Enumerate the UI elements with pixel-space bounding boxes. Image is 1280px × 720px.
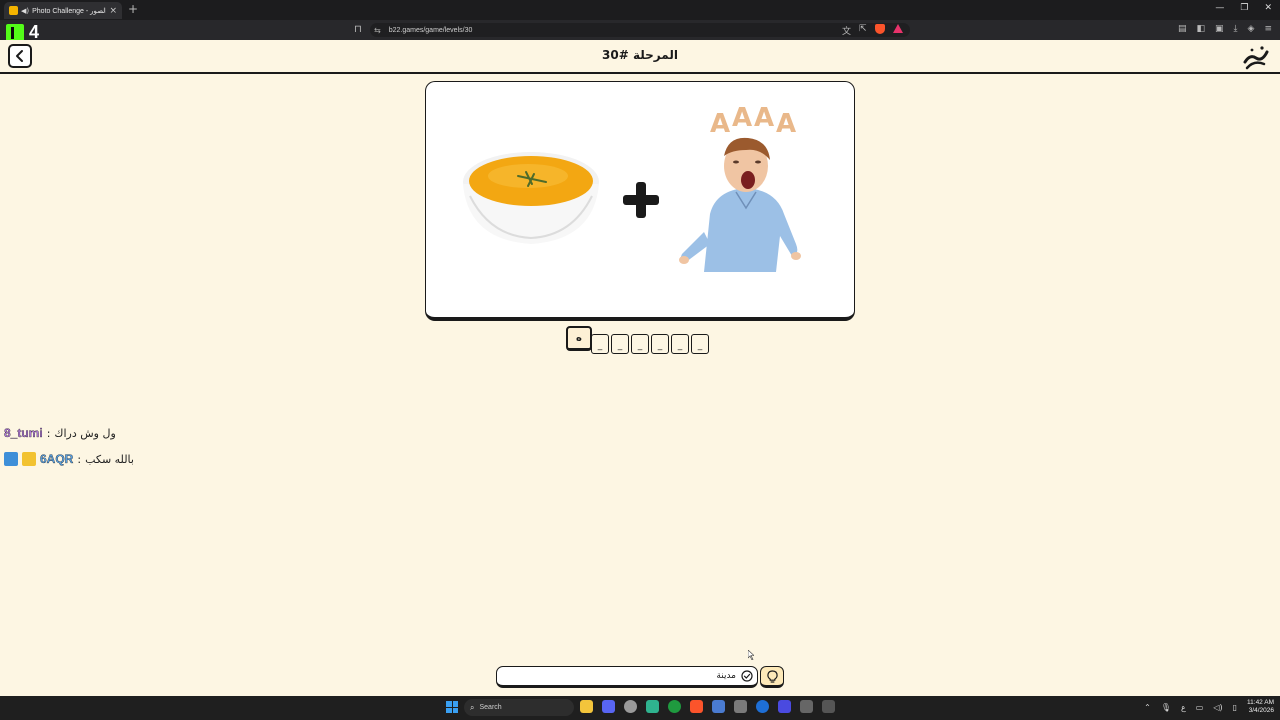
answer-slot-revealed: ه [566,326,592,351]
bookmark-icon[interactable]: ⊓ [354,24,362,35]
chat-username: 8_tumi [4,426,43,440]
clock-date: 3/4/2026 [1248,707,1274,714]
windows-start-icon[interactable] [446,701,458,713]
tab-title: Photo Challenge - تحدي الصور [32,7,107,15]
soup-bowl-image [463,152,599,244]
taskbar-search[interactable]: ⌕ Search [464,699,574,716]
answer-slots: ه _ _ _ _ _ _ [566,326,710,354]
chat-message: 6AQR : بالله سكب [4,446,134,472]
file-explorer-icon[interactable] [580,700,593,713]
svg-text:A: A [710,109,730,139]
lightbulb-icon [766,669,778,683]
restore-icon[interactable]: ❐ [1240,3,1248,13]
chat-message: 8_tumi : ول وش دراك [4,420,134,446]
vpn-icon[interactable]: ◈ [1248,24,1255,34]
chat-separator: : [46,426,51,440]
taskbar-search-label: Search [479,704,502,711]
translate-icon[interactable]: 文 [842,24,851,37]
window-controls: — ❐ ✕ [1215,3,1272,13]
url-text: b22.games/game/levels/30 [388,26,473,34]
volume-icon[interactable]: ◁) [1213,703,1222,712]
mouse-cursor-icon [748,650,754,660]
discord-icon[interactable] [602,700,615,713]
browser-tabbar: ◀) Photo Challenge - تحدي الصور × + — ❐ … [0,0,1280,20]
chat-text: ول وش دراك [54,426,116,440]
battery-icon[interactable]: ▯ [1233,703,1237,712]
answer-input-text: مدينة [716,671,736,681]
obs-icon[interactable] [800,700,813,713]
hint-button[interactable] [760,666,784,688]
svg-text:A: A [776,109,796,139]
search-icon: ⌕ [470,702,475,712]
puzzle-card: A A A A [425,81,855,321]
sub-badge-icon [4,452,18,466]
audio-icon[interactable]: ◀) [21,7,29,15]
wallet-icon[interactable]: ▣ [1215,24,1224,34]
media-icon[interactable] [778,700,791,713]
brave-shield-icon[interactable] [874,24,885,34]
answer-slot: _ [611,334,629,354]
sidebar-icon[interactable]: ◧ [1197,24,1206,34]
reader-icon[interactable]: ▤ [1178,24,1187,34]
browser-tab[interactable]: ◀) Photo Challenge - تحدي الصور × [4,2,122,19]
plus-icon [623,182,659,218]
game-logo-icon [1243,46,1269,70]
crown-badge-icon [22,452,36,466]
close-tab-icon[interactable]: × [109,6,117,16]
screaming-boy-image: A A A A [679,104,801,272]
browser-icon[interactable] [756,700,769,713]
close-window-icon[interactable]: ✕ [1264,3,1272,13]
answer-slot: _ [691,334,709,354]
browser-toolbar-right: ▤ ◧ ▣ ⤓ ◈ ≡ [1178,24,1272,34]
share-icon[interactable]: ⇱ [859,24,867,37]
xbox-icon[interactable] [668,700,681,713]
site-info-icon[interactable]: ⇆ [374,26,381,35]
clock-time: 11:42 AM [1247,699,1274,706]
downloads-icon[interactable]: ⤓ [1234,24,1238,34]
new-tab-icon[interactable]: + [128,2,138,16]
svg-text:A: A [754,104,774,133]
address-actions: 文 ⇱ [842,24,903,37]
minimize-icon[interactable]: — [1215,3,1224,13]
tool-icon[interactable] [734,700,747,713]
answer-slot: _ [631,334,649,354]
network-icon[interactable]: ▭ [1196,703,1204,712]
answer-input[interactable]: مدينة [496,666,758,688]
url-field[interactable]: ⇆ b22.games/game/levels/30 [370,23,910,37]
answer-slot: _ [651,334,669,354]
clock[interactable]: 11:42 AM 3/4/2026 [1247,699,1274,715]
menu-icon[interactable]: ≡ [1264,24,1272,34]
level-title: المرحلة #30 [602,48,678,62]
brave-rewards-icon[interactable] [892,24,903,33]
microphone-icon[interactable]: 🎙 [1161,703,1171,712]
app-icon[interactable] [646,700,659,713]
system-tray: ⌃ 🎙 ع ▭ ◁) ▯ 11:42 AM 3/4/2026 [1144,699,1274,715]
check-circle-icon[interactable] [741,670,753,682]
chat-username: 6AQR [40,452,74,466]
svg-text:A: A [732,104,752,133]
favicon-icon [9,6,18,15]
chat-separator: : [77,452,82,466]
language-indicator[interactable]: ع [1181,703,1186,712]
security-icon[interactable] [712,700,725,713]
chat-text: بالله سكب [85,452,134,466]
chat-overlay: 8_tumi : ول وش دراك 6AQR : بالله سكب [4,420,134,472]
app-icon[interactable] [822,700,835,713]
game-header: المرحلة #30 [0,40,1280,74]
chrome-icon[interactable] [624,700,637,713]
brave-icon[interactable] [690,700,703,713]
chevron-up-icon[interactable]: ⌃ [1144,703,1151,712]
answer-slot: _ [671,334,689,354]
answer-slot: _ [591,334,609,354]
taskbar-apps [580,700,835,713]
taskbar: ⌕ Search ⌃ 🎙 ع ▭ ◁) ▯ 11:42 AM 3/4/2026 [0,696,1280,720]
